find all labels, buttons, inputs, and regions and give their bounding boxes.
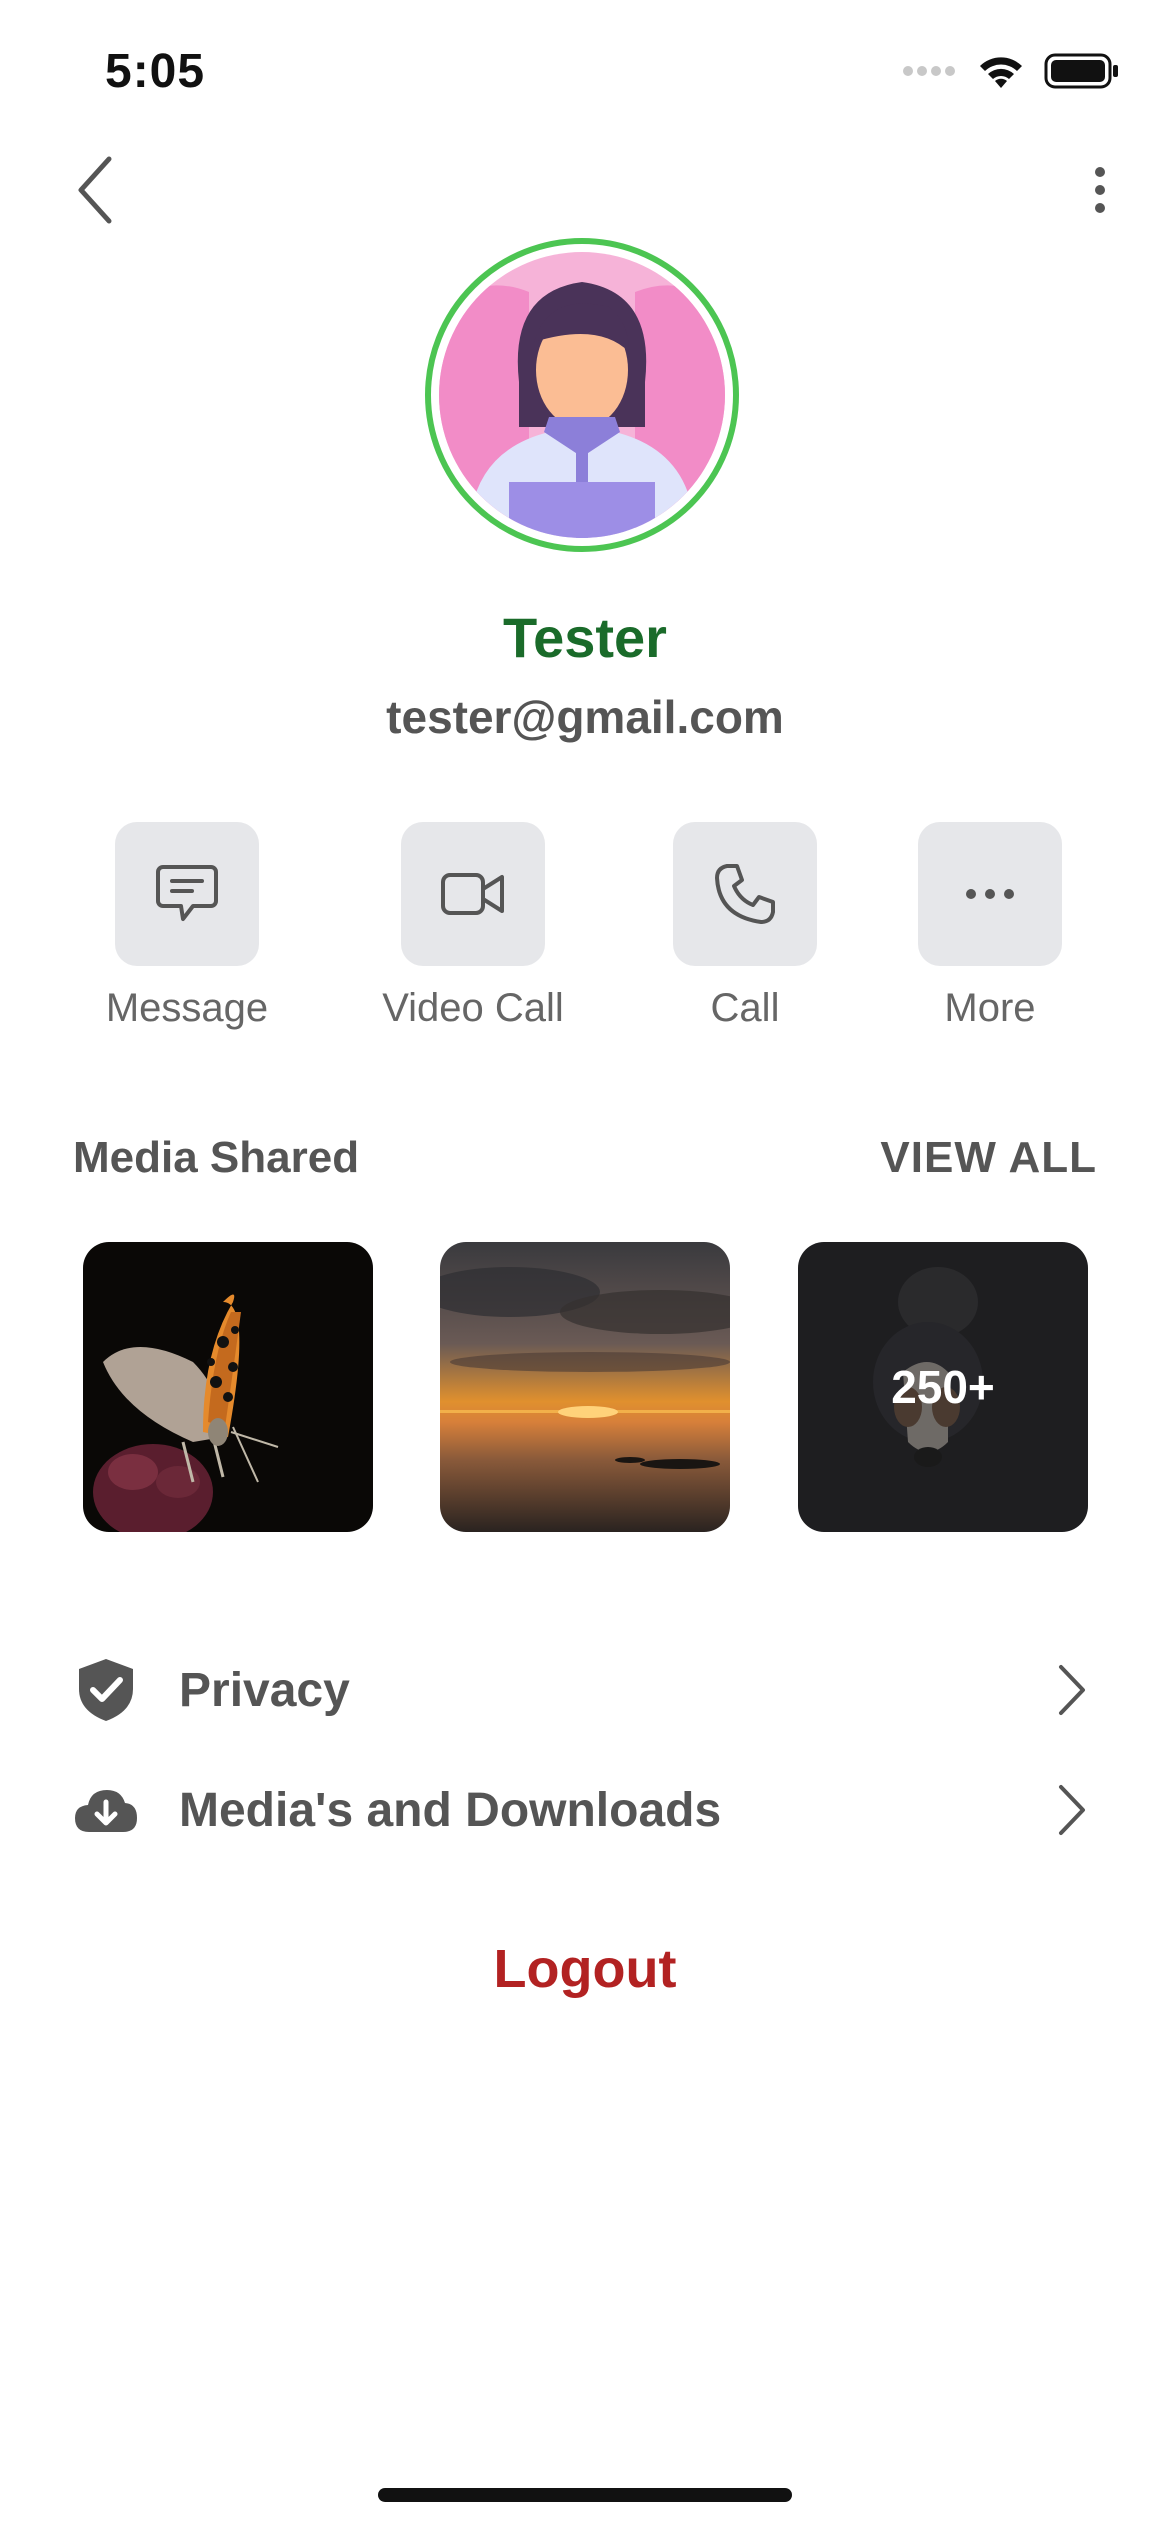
media-downloads-label: Media's and Downloads [179, 1783, 722, 1837]
privacy-row[interactable]: Privacy [73, 1650, 1097, 1730]
battery-icon [1044, 53, 1118, 89]
chevron-left-icon [78, 156, 112, 224]
avatar-illustration [439, 252, 725, 538]
call-label: Call [710, 986, 780, 1030]
video-call-button[interactable] [401, 822, 545, 966]
more-action[interactable]: More [860, 822, 1120, 1031]
media-downloads-row[interactable]: Media's and Downloads [73, 1770, 1097, 1850]
video-call-action[interactable]: Video Call [343, 822, 603, 1031]
message-action[interactable]: Message [57, 822, 317, 1031]
chevron-right-icon [1047, 1775, 1097, 1845]
more-label: More [944, 986, 1036, 1030]
media-thumbnail-dog[interactable]: 250+ [798, 1242, 1088, 1532]
media-thumbnail-butterfly[interactable] [83, 1242, 373, 1532]
cloud-download-icon [73, 1777, 139, 1843]
video-call-icon [441, 873, 504, 915]
back-button[interactable] [60, 150, 130, 230]
status-icons [902, 52, 1120, 90]
vertical-dots-icon [1095, 167, 1105, 213]
media-thumbnail-sunset[interactable] [440, 1242, 730, 1532]
privacy-label: Privacy [179, 1663, 350, 1717]
logout-button[interactable]: Logout [0, 1938, 1170, 2000]
call-action[interactable]: Call [615, 822, 875, 1031]
more-button[interactable] [918, 822, 1062, 966]
signal-icon [903, 66, 955, 76]
home-indicator [378, 2488, 792, 2502]
view-all-link[interactable]: VIEW ALL [880, 1133, 1097, 1183]
message-icon [156, 865, 218, 921]
overflow-menu-button[interactable] [1070, 150, 1130, 230]
media-more-count: 250+ [891, 1361, 995, 1413]
sunset-photo [440, 1242, 730, 1532]
shield-check-icon [73, 1657, 139, 1723]
avatar[interactable] [425, 238, 739, 552]
chevron-right-icon [1047, 1655, 1097, 1725]
more-dots-icon [966, 889, 1014, 899]
profile-email: tester@gmail.com [386, 691, 784, 743]
media-shared-title: Media Shared [73, 1133, 360, 1182]
message-button[interactable] [115, 822, 259, 966]
video-call-label: Video Call [382, 986, 564, 1030]
message-label: Message [105, 986, 269, 1030]
wifi-icon [980, 57, 1022, 88]
profile-name: Tester [503, 606, 667, 669]
status-time: 5:05 [105, 45, 206, 98]
call-button[interactable] [673, 822, 817, 966]
butterfly-photo [83, 1242, 373, 1532]
phone-icon [715, 864, 775, 924]
